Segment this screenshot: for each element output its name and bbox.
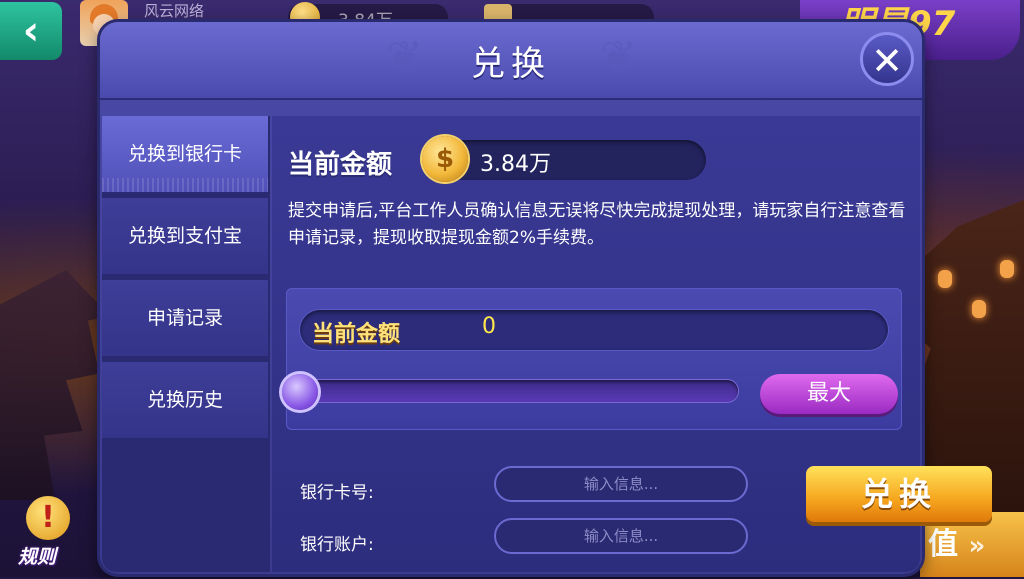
nav-item-bank-card[interactable]: 兑换到银行卡	[102, 116, 268, 192]
close-icon: ✕	[871, 39, 903, 83]
max-button[interactable]: 最大	[760, 374, 898, 414]
card-number-input[interactable]	[494, 466, 748, 502]
exchange-dialog: ❦ ❦ 兑换 ✕ 兑换到银行卡 兑换到支付宝 申请记录 兑换历史 当前金额 $ …	[100, 22, 992, 574]
current-balance-value: 3.84万	[480, 152, 551, 177]
lantern-icon	[972, 300, 986, 318]
rules-label: 规则	[18, 546, 57, 568]
nav-item-exchange-history[interactable]: 兑换历史	[102, 362, 268, 438]
exchange-panel: 当前金额 $ 3.84万 提交申请后,平台工作人员确认信息无误将尽快完成提现处理…	[272, 116, 992, 572]
user-name: 风云网络	[144, 2, 205, 20]
lantern-icon	[1000, 260, 1014, 278]
amount-selector: 当前金额 0 最大	[282, 288, 902, 430]
bank-account-label: 银行账户:	[300, 535, 374, 555]
double-chevron-right-icon: »	[968, 531, 986, 561]
rules-button[interactable]: ! 规则	[14, 492, 80, 572]
close-button[interactable]: ✕	[860, 32, 914, 86]
recharge-label: 值	[928, 527, 958, 562]
dialog-title: 兑换	[471, 44, 551, 84]
chevron-left-icon: ‹	[22, 8, 40, 54]
lantern-icon	[938, 270, 952, 288]
amount-label: 当前金额	[312, 322, 401, 347]
amount-slider-track[interactable]	[302, 380, 738, 402]
nav-item-alipay[interactable]: 兑换到支付宝	[102, 198, 268, 274]
current-balance-pill	[426, 140, 706, 180]
exclamation-icon: !	[26, 496, 70, 540]
current-balance-label: 当前金额	[288, 150, 393, 180]
card-number-label: 银行卡号:	[300, 483, 374, 503]
nav-item-apply-records[interactable]: 申请记录	[102, 280, 268, 356]
coin-icon: $	[422, 136, 468, 182]
amount-slider-handle[interactable]	[282, 374, 318, 410]
amount-value: 0	[482, 314, 496, 339]
dialog-header: ❦ ❦ 兑换 ✕	[100, 22, 922, 100]
exchange-button[interactable]: 兑换	[806, 466, 992, 522]
side-nav: 兑换到银行卡 兑换到支付宝 申请记录 兑换历史	[102, 116, 270, 572]
back-button[interactable]: ‹	[0, 2, 62, 60]
bank-account-input[interactable]	[494, 518, 748, 554]
withdraw-notice: 提交申请后,平台工作人员确认信息无误将尽快完成提现处理，请玩家自行注意查看申请记…	[288, 201, 906, 248]
